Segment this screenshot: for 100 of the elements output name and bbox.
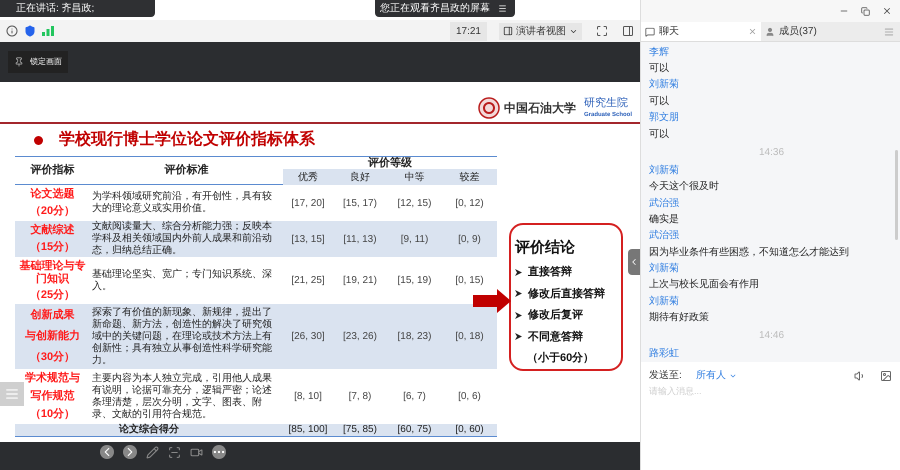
message-text: 上次与校长见面会有作用 [649,278,760,292]
message-text: 确实是 [649,212,680,227]
scrollbar[interactable] [895,150,898,240]
conclusion-note: （小于60分） [526,350,596,366]
camera-icon[interactable] [190,446,203,458]
message-text: 可以 [649,128,670,142]
pin-icon [14,57,24,67]
arrowhead-icon [515,268,522,276]
sender-name: 刘新菊 [649,294,680,309]
info-icon[interactable] [6,25,18,37]
conclusion-option: 不同意答辩 [528,328,583,345]
total-label: 论文综合得分 [119,425,179,435]
criteria-text: 为学科领域研究前沿，有开创性，具有较大的理论意义或实用价值。 [92,191,273,215]
range-cell-text: [9, 11) [400,232,428,246]
range-cell-text: [0, 18) [455,330,484,344]
time-label: 14:46 [758,329,786,344]
message-text: 可以 [649,94,670,109]
sidebar-icon[interactable] [622,25,634,37]
arrowhead-icon [515,312,522,319]
menu-icon [5,387,19,401]
capture-icon[interactable] [168,446,181,458]
range-cell: [0, 60) [455,425,484,435]
range-cell-text: [18, 23) [398,330,432,344]
range-cell-text: [17, 20] [291,196,325,210]
lock-screen-button[interactable]: 锁定画面 [8,51,68,73]
bullet-icon [34,136,43,144]
indicator-name: 与创新能力 [25,330,80,343]
shield-icon[interactable] [24,25,36,37]
column-header: 评价指标 [15,157,90,185]
indicator-name: 论文选题 [30,188,74,201]
indicator-name: 写作规范 [30,390,74,403]
conclusion-option: 修改后复评 [528,307,583,324]
sender-name: 武治强 [649,196,680,211]
message-text: 因为毕业条件有些困惑，不知道怎么才能达到 [649,246,850,260]
column-header: 评价等级 [366,157,413,169]
range-cell-text: [0, 15) [455,274,484,288]
previous-icon[interactable] [100,445,114,459]
range-cell-text: [13, 15] [291,232,325,246]
school-name: 研究生院 [584,98,629,109]
close-icon[interactable] [882,6,892,16]
sender-name: 李辉 [649,46,670,60]
send-to-label: 发送至: [649,369,682,383]
clock-display: 17:21 [450,22,487,40]
column-header: 中等 [387,169,442,185]
range-cell-text: [11, 13) [343,232,377,246]
slide-title: 学校现行博士学位论文评价指标体系 [59,129,315,150]
more-icon[interactable] [212,445,226,459]
sender-name: 刘新菊 [649,262,680,276]
person-icon [765,26,775,36]
range-cell-text: [15, 17) [343,196,377,210]
panel-tab[interactable]: 聊天 [641,22,761,41]
layout-icon [503,26,513,36]
collapse-handle[interactable] [628,249,640,275]
indicator-name: 创新成果 [30,309,74,322]
message-text: 可以 [649,62,670,76]
sender-name: 郭文朋 [649,110,680,126]
column-header: 良好 [333,169,387,185]
indicator-points: （20分） [30,205,76,218]
arrow-icon [473,288,511,312]
range-cell-text: [6, 7) [403,390,426,404]
time-label: 14:36 [758,146,786,160]
range-cell-text: [0, 6) [458,390,481,404]
criteria-text: 主要内容为本人独立完成，引用他人成果有说明，论据可靠充分，逻辑严密；论述条理清楚，层次分明，文字、图表、附录、文献的引用符合规范。 [92,372,273,420]
range-cell-text: [23, 26) [343,330,377,344]
next-icon[interactable] [123,445,137,459]
sender-name: 刘新菊 [649,164,680,178]
range-cell-text: [0, 9) [458,232,481,246]
restore-icon[interactable] [861,6,870,16]
message-text: 期待有好政策 [649,310,710,326]
logo-text: 中国石油大学 [504,100,576,117]
column-header: 优秀 [283,169,333,185]
column-header: 较差 [442,169,497,185]
conclusion-title: 评价结论 [515,238,576,258]
message-text: 今天这个很及时 [649,180,720,194]
indicator-points: （15分） [30,241,76,254]
range-cell-text: [21, 25] [291,274,325,288]
chat-icon [645,26,655,36]
indicator-points: （10分） [30,408,76,421]
menu-icon[interactable] [498,4,507,13]
range-cell-text: [15, 19) [398,274,432,288]
view-mode-dropdown[interactable]: 演讲者视图 [499,22,582,40]
range-cell: [85, 100] [288,425,328,435]
pen-icon[interactable] [146,446,159,458]
signal-icon [42,26,54,36]
range-cell-text: [8, 10] [294,390,322,404]
fullscreen-icon[interactable] [596,25,608,37]
range-cell-text: [26, 30] [291,330,325,344]
conclusion-option: 直接答辩 [528,264,572,280]
speaker-icon[interactable] [854,370,866,382]
column-header: 评价标准 [90,157,283,185]
viewing-text: 您正在观看齐昌政的屏幕 [380,2,490,16]
sender-name: 刘新菊 [649,78,680,92]
image-icon[interactable] [880,370,892,382]
recipient-dropdown[interactable]: 所有人 [696,368,737,383]
criteria-text: 探索了有价值的新现象、新规律，提出了新命题、新方法，创造性的解决了研究领域中的关键问题，在理论或技术方法上有创新性；具有独立从事创造性科学研究能力。 [92,306,273,366]
sender-name: 武治强 [649,228,680,244]
speaking-toast: 正在讲话: 齐昌政; [0,0,155,17]
range-cell-text: [12, 15) [398,196,432,210]
range-cell: [75, 85) [343,425,377,435]
range-cell-text: [0, 12) [455,196,484,210]
